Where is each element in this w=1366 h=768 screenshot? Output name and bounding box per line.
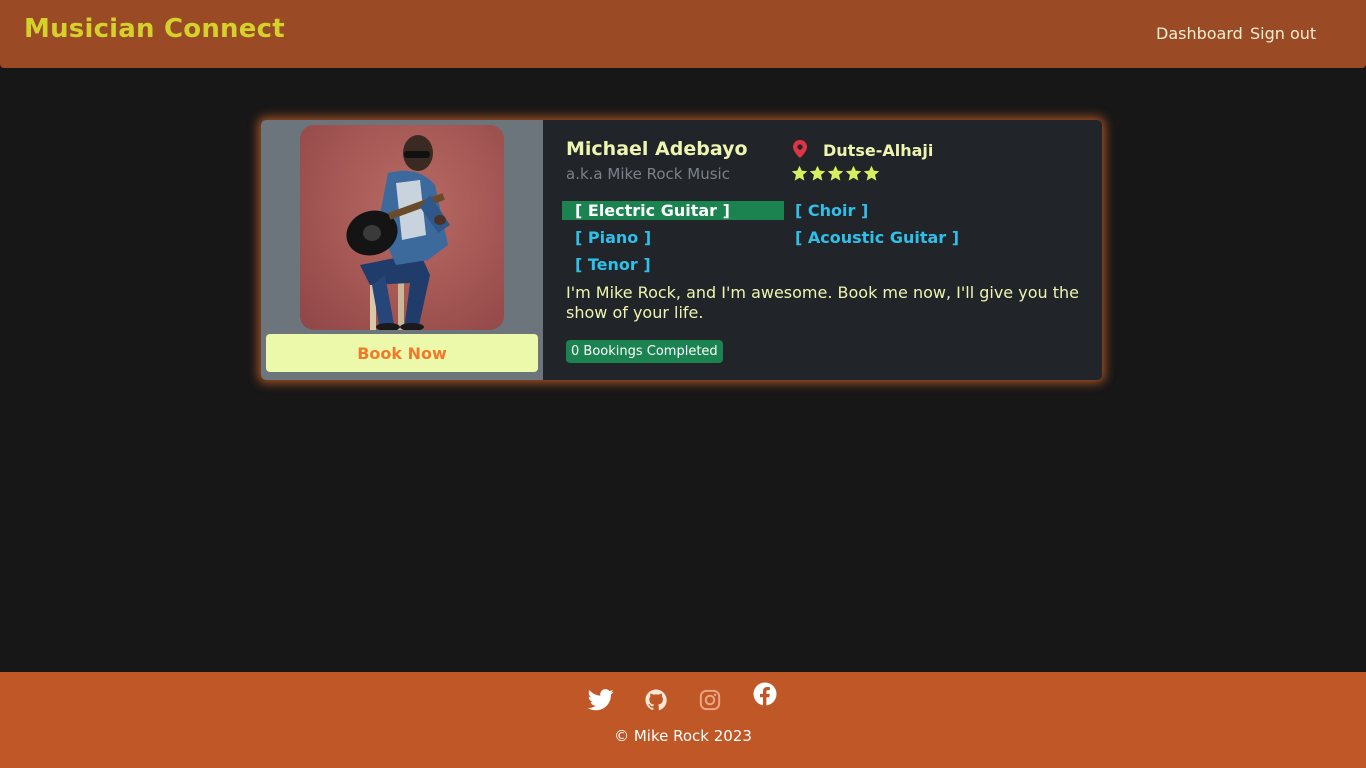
instagram-icon[interactable] xyxy=(699,689,721,711)
profile-photo-panel: Book Now xyxy=(261,120,543,380)
nav-dashboard-link[interactable]: Dashboard xyxy=(1156,24,1243,43)
facebook-icon[interactable] xyxy=(753,682,777,706)
rating-stars xyxy=(791,165,881,183)
musician-profile-card: Book Now Michael Adebayo a.k.a Mike Rock… xyxy=(261,120,1102,380)
musician-name: Michael Adebayo xyxy=(566,138,748,160)
skill-tag-tenor[interactable]: [ Tenor ] xyxy=(562,255,651,274)
musician-alias: a.k.a Mike Rock Music xyxy=(566,165,730,183)
musician-location: Dutse-Alhaji xyxy=(823,141,934,160)
star-icon xyxy=(809,165,826,181)
guitarist-illustration xyxy=(346,135,450,330)
star-icon xyxy=(863,165,880,181)
skill-tag-acoustic-guitar[interactable]: [ Acoustic Guitar ] xyxy=(782,228,959,247)
twitter-icon[interactable] xyxy=(588,689,614,711)
skill-tag-piano[interactable]: [ Piano ] xyxy=(562,228,651,247)
map-pin-icon xyxy=(793,140,807,158)
brand-logo[interactable]: Musician Connect xyxy=(24,14,285,44)
skill-tag-choir[interactable]: [ Choir ] xyxy=(782,201,868,220)
skill-tag-electric-guitar[interactable]: [ Electric Guitar ] xyxy=(562,201,784,220)
site-footer: © Mike Rock 2023 xyxy=(0,672,1366,768)
github-icon[interactable] xyxy=(645,689,667,711)
star-icon xyxy=(791,165,808,181)
book-now-button[interactable]: Book Now xyxy=(266,334,538,372)
copyright-text: © Mike Rock 2023 xyxy=(614,727,752,745)
star-icon xyxy=(827,165,844,181)
musician-bio: I'm Mike Rock, and I'm awesome. Book me … xyxy=(566,283,1079,322)
musician-photo xyxy=(300,125,504,330)
star-icon xyxy=(845,165,862,181)
bookings-completed-badge: 0 Bookings Completed xyxy=(566,340,723,363)
nav-signout-link[interactable]: Sign out xyxy=(1250,24,1316,43)
top-navbar: Musician Connect Dashboard Sign out xyxy=(0,0,1366,68)
